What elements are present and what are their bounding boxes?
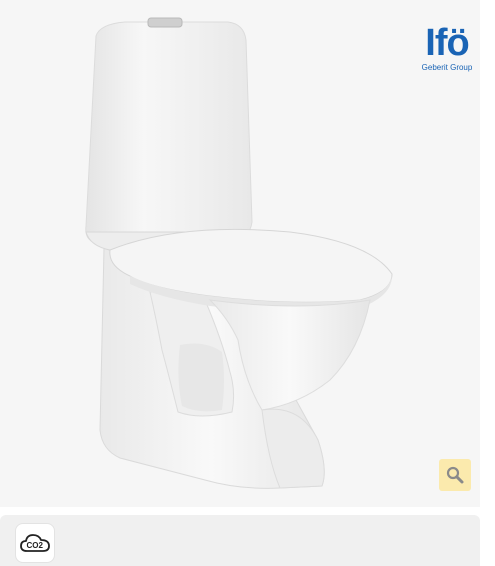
brand-name: Ifö bbox=[425, 22, 469, 64]
co2-label: CO2 bbox=[27, 541, 44, 550]
zoom-button[interactable] bbox=[439, 459, 471, 491]
co2-cloud-icon: CO2 bbox=[20, 534, 50, 552]
product-image-panel: Ifö Geberit Group bbox=[0, 0, 480, 507]
brand-logo: Ifö Geberit Group bbox=[416, 24, 478, 76]
magnifier-icon bbox=[446, 466, 464, 484]
brand-subtitle: Geberit Group bbox=[421, 63, 473, 72]
co2-badge[interactable]: CO2 bbox=[15, 523, 55, 563]
bottom-bar bbox=[0, 515, 480, 566]
toilet-image bbox=[85, 17, 393, 489]
